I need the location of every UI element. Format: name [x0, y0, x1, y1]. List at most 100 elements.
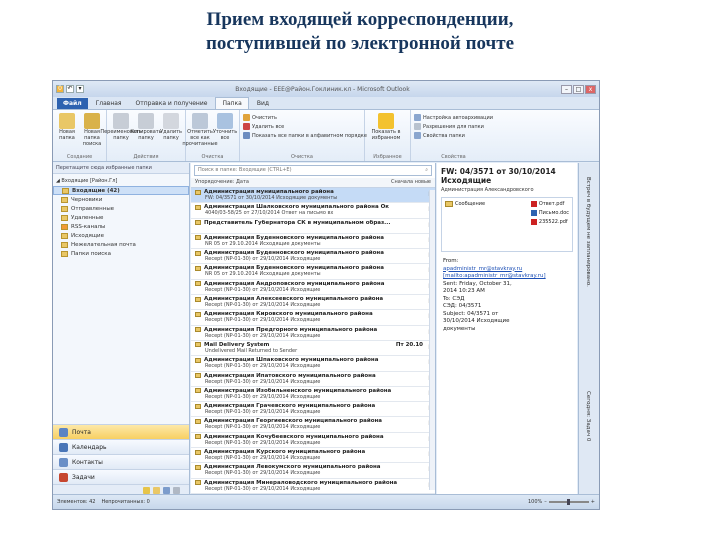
show-in-favorites-button[interactable]: Показать в избранном: [368, 113, 404, 151]
message-row[interactable]: Администрация Кировского муниципального …: [191, 310, 435, 326]
envelope-icon: [195, 464, 201, 470]
folder-list-icon[interactable]: [153, 486, 160, 494]
ribbon-group-cleanup-small: Очистить Удалить все Показать все папки …: [240, 110, 367, 161]
outlook-logo-icon[interactable]: 0: [56, 85, 64, 93]
message-row[interactable]: Администрация Предгорного муниципального…: [191, 326, 435, 341]
message-icon: [445, 201, 453, 207]
folder-properties-button[interactable]: Свойства папки: [414, 132, 493, 139]
tab-view[interactable]: Вид: [251, 98, 275, 109]
refresh-all-button[interactable]: Уточнить все: [213, 113, 237, 151]
attachment-2[interactable]: Письмо.doc: [530, 210, 569, 216]
copy-icon: [138, 113, 154, 129]
reading-pane: FW: 04/3571 от 30/10/2014 Исходящие Адми…: [437, 163, 577, 495]
folder-inbox[interactable]: Входящие (42): [53, 186, 189, 195]
search-icon[interactable]: ⌕: [425, 167, 428, 174]
search-input[interactable]: Поиск в папке: Входящие (CTRL+E) ⌕: [194, 165, 432, 176]
message-row[interactable]: Администрация Георгиевского муниципально…: [191, 417, 435, 433]
mailbox-root[interactable]: ◢ Входящие [Район.Гл]: [53, 174, 189, 186]
message-row[interactable]: Mail Delivery System Пт 20.10 Undelivered …: [191, 341, 435, 357]
rename-folder-button[interactable]: Переименовать папку: [100, 113, 142, 151]
message-sender: Администрация Минераловодского муниципал…: [204, 479, 398, 486]
message-row[interactable]: Администрация Кочубеевского муниципально…: [191, 433, 435, 449]
attachment-3[interactable]: 235522.pdf: [530, 219, 569, 225]
message-row[interactable]: Администрация Буденновского муниципально…: [191, 249, 435, 265]
folder-permissions-button[interactable]: Разрешения для папки: [414, 123, 493, 130]
tab-file[interactable]: Файл: [57, 98, 88, 109]
configure-buttons-icon[interactable]: [173, 486, 180, 494]
message-tab[interactable]: Сообщение: [445, 201, 485, 248]
zoom-slider-knob[interactable]: [566, 499, 570, 505]
message-subject: Recept (NP-01-30) от 29/10/2014 Исходящи…: [205, 302, 321, 309]
tab-home[interactable]: Главная: [90, 98, 128, 109]
envelope-icon: [195, 434, 201, 440]
zoom-out-icon[interactable]: –: [544, 499, 547, 505]
envelope-icon: [195, 281, 201, 287]
nav-mail-button[interactable]: Почта: [53, 424, 189, 439]
message-row[interactable]: Администрация муниципального района FW: 0…: [191, 188, 435, 204]
cleanup-button[interactable]: Очистить: [243, 114, 367, 121]
nav-contacts-button[interactable]: Контакты: [53, 454, 189, 469]
reading-subject: FW: 04/3571 от 30/10/2014 Исходящие: [441, 167, 556, 185]
envelope-icon: [195, 373, 201, 379]
message-row[interactable]: Администрация Шпаковского муниципального…: [191, 356, 435, 372]
folder-deleted[interactable]: Удаленные: [53, 213, 189, 222]
envelope-icon: [195, 265, 201, 271]
folder-outbox[interactable]: Исходящие: [53, 231, 189, 240]
folder-sent[interactable]: Отправленные: [53, 204, 189, 213]
new-folder-button[interactable]: Новая папка: [56, 113, 78, 151]
message-list-scrollbar[interactable]: [429, 190, 435, 490]
folder-junk[interactable]: Нежелательная почта: [53, 240, 189, 249]
message-row[interactable]: Администрация Грачевского муниципального…: [191, 402, 435, 418]
message-row[interactable]: Администрация Ипатовского муниципального…: [191, 372, 435, 387]
message-subject: Recept (NP-01-30) от 29/10/2014 Исходящи…: [205, 393, 321, 400]
message-row[interactable]: Администрация Шалковского муниципального…: [191, 203, 435, 219]
message-sender-line: Администрация Минераловодского муниципал…: [195, 480, 423, 486]
tab-send-receive[interactable]: Отправка и получение: [130, 98, 214, 109]
message-row[interactable]: Администрация Левокумского муниципальног…: [191, 463, 435, 479]
folder-icon: [61, 214, 68, 221]
message-row[interactable]: Администрация Изобильненского муниципаль…: [191, 387, 435, 403]
message-row[interactable]: Администрация Буденновского муниципально…: [191, 264, 435, 280]
maximize-button[interactable]: □: [573, 84, 584, 94]
folder-search[interactable]: Папки поиска: [53, 249, 189, 258]
copy-folder-button[interactable]: Копировать папку: [130, 113, 162, 151]
delete-all-button[interactable]: Удалить все: [243, 123, 367, 130]
envelope-icon: [195, 480, 201, 486]
body-line: From:: [443, 258, 459, 264]
delete-all-icon: [243, 123, 250, 130]
undo-icon[interactable]: ↶: [66, 85, 74, 93]
nav-calendar-button[interactable]: Календарь: [53, 439, 189, 454]
folder-drafts[interactable]: Черновики: [53, 195, 189, 204]
delete-folder-button[interactable]: Удалить папку: [160, 113, 182, 151]
folder-rss[interactable]: RSS-каналы: [53, 222, 189, 231]
nav-tasks-button[interactable]: Задачи: [53, 469, 189, 484]
zoom-control[interactable]: 100% – +: [528, 499, 595, 505]
message-row[interactable]: Администрация Буденновского муниципально…: [191, 234, 435, 250]
envelope-icon: [195, 311, 201, 317]
show-all-folders-button[interactable]: Показать все папки в алфавитном порядке: [243, 132, 367, 139]
autoarchive-button[interactable]: Настройка автоархивации: [414, 114, 493, 121]
minimize-button[interactable]: –: [561, 84, 572, 94]
qat-dropdown-icon[interactable]: ▾: [76, 85, 84, 93]
tab-folder[interactable]: Папка: [215, 97, 249, 109]
mark-all-read-button[interactable]: Отметить все как прочитанные: [182, 113, 218, 151]
message-row[interactable]: Администрация Алексеевского муниципально…: [191, 295, 435, 311]
message-row[interactable]: Администрация Андроповского муниципально…: [191, 280, 435, 296]
attachment-1[interactable]: Ответ.pdf: [530, 201, 569, 207]
zoom-in-icon[interactable]: +: [591, 499, 595, 505]
shortcuts-icon[interactable]: [163, 486, 170, 494]
body-link[interactable]: [mailto:apadministr_mr@stavkray.ru]: [443, 273, 571, 281]
arrange-bar[interactable]: Упорядочение: Дата Сначала новые: [191, 178, 435, 188]
message-row[interactable]: Представитель Губернатора СК в муниципал…: [191, 219, 435, 234]
message-row[interactable]: Администрация Минераловодского муниципал…: [191, 479, 435, 494]
message-subject: Recept (NP-01-30) от 29/10/2014 Исходящи…: [205, 256, 321, 263]
notes-icon[interactable]: [143, 486, 150, 494]
calendar-icon: [59, 442, 68, 452]
star-folder-icon: [378, 113, 394, 129]
zoom-slider[interactable]: [548, 499, 589, 505]
message-subject: Undelivered Mail Returned to Sender: [205, 347, 298, 354]
message-row[interactable]: Администрация Курского муниципального ра…: [191, 448, 435, 464]
quick-access-toolbar: 0 ↶ ▾: [53, 85, 84, 93]
close-button[interactable]: x: [585, 84, 596, 94]
body-link[interactable]: apadministr_mr@stavkray.ru: [443, 266, 571, 274]
